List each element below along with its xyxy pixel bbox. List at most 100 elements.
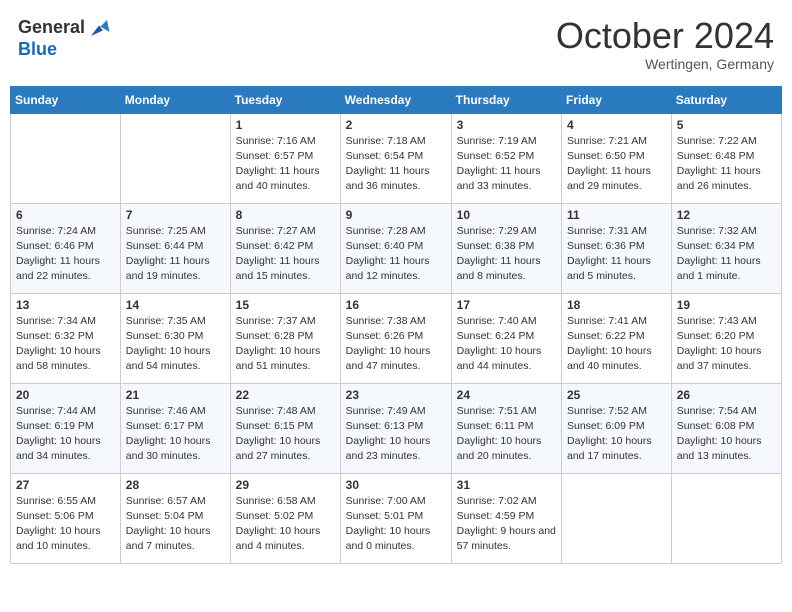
col-header-monday: Monday xyxy=(120,86,230,113)
calendar-cell: 5 Sunrise: 7:22 AMSunset: 6:48 PMDaylight… xyxy=(671,113,781,203)
day-info: Sunrise: 7:52 AMSunset: 6:09 PMDaylight:… xyxy=(567,404,666,465)
calendar-cell: 21 Sunrise: 7:46 AMSunset: 6:17 PMDayligh… xyxy=(120,383,230,473)
calendar-table: SundayMondayTuesdayWednesdayThursdayFrid… xyxy=(10,86,782,564)
logo-general-text: General xyxy=(18,18,85,38)
day-number: 10 xyxy=(457,208,556,222)
day-number: 13 xyxy=(16,298,115,312)
calendar-cell xyxy=(562,473,672,563)
day-info: Sunrise: 7:27 AMSunset: 6:42 PMDaylight:… xyxy=(236,224,335,285)
calendar-week-row: 20 Sunrise: 7:44 AMSunset: 6:19 PMDayligh… xyxy=(11,383,782,473)
day-number: 15 xyxy=(236,298,335,312)
col-header-wednesday: Wednesday xyxy=(340,86,451,113)
day-number: 27 xyxy=(16,478,115,492)
day-info: Sunrise: 7:40 AMSunset: 6:24 PMDaylight:… xyxy=(457,314,556,375)
col-header-thursday: Thursday xyxy=(451,86,561,113)
day-number: 31 xyxy=(457,478,556,492)
day-number: 19 xyxy=(677,298,776,312)
day-info: Sunrise: 7:49 AMSunset: 6:13 PMDaylight:… xyxy=(346,404,446,465)
calendar-cell xyxy=(11,113,121,203)
day-info: Sunrise: 7:18 AMSunset: 6:54 PMDaylight:… xyxy=(346,134,446,195)
calendar-cell: 15 Sunrise: 7:37 AMSunset: 6:28 PMDayligh… xyxy=(230,293,340,383)
calendar-cell: 13Sunrise: 7:34 AMSunset: 6:32 PMDayligh… xyxy=(11,293,121,383)
day-number: 23 xyxy=(346,388,446,402)
day-info: Sunrise: 7:29 AMSunset: 6:38 PMDaylight:… xyxy=(457,224,556,285)
calendar-week-row: 1Sunrise: 7:16 AMSunset: 6:57 PMDaylight… xyxy=(11,113,782,203)
calendar-cell: 6 Sunrise: 7:24 AMSunset: 6:46 PMDaylight… xyxy=(11,203,121,293)
calendar-cell: 14 Sunrise: 7:35 AMSunset: 6:30 PMDayligh… xyxy=(120,293,230,383)
day-info: Sunrise: 7:32 AMSunset: 6:34 PMDaylight:… xyxy=(677,224,776,285)
day-info: Sunrise: 7:24 AMSunset: 6:46 PMDaylight:… xyxy=(16,224,115,285)
day-number: 26 xyxy=(677,388,776,402)
calendar-cell: 12Sunrise: 7:32 AMSunset: 6:34 PMDayligh… xyxy=(671,203,781,293)
day-info: Sunrise: 7:37 AMSunset: 6:28 PMDaylight:… xyxy=(236,314,335,375)
day-number: 21 xyxy=(126,388,225,402)
day-number: 17 xyxy=(457,298,556,312)
day-number: 18 xyxy=(567,298,666,312)
calendar-cell xyxy=(120,113,230,203)
day-info: Sunrise: 6:57 AMSunset: 5:04 PMDaylight:… xyxy=(126,494,225,555)
day-number: 28 xyxy=(126,478,225,492)
calendar-cell: 11 Sunrise: 7:31 AMSunset: 6:36 PMDayligh… xyxy=(562,203,672,293)
day-number: 30 xyxy=(346,478,446,492)
calendar-week-row: 6 Sunrise: 7:24 AMSunset: 6:46 PMDaylight… xyxy=(11,203,782,293)
calendar-cell: 30 Sunrise: 7:00 AMSunset: 5:01 PMDayligh… xyxy=(340,473,451,563)
day-number: 14 xyxy=(126,298,225,312)
calendar-cell: 4Sunrise: 7:21 AMSunset: 6:50 PMDaylight… xyxy=(562,113,672,203)
calendar-cell: 26 Sunrise: 7:54 AMSunset: 6:08 PMDayligh… xyxy=(671,383,781,473)
calendar-header-row: SundayMondayTuesdayWednesdayThursdayFrid… xyxy=(11,86,782,113)
calendar-cell: 23 Sunrise: 7:49 AMSunset: 6:13 PMDayligh… xyxy=(340,383,451,473)
calendar-cell: 28 Sunrise: 6:57 AMSunset: 5:04 PMDayligh… xyxy=(120,473,230,563)
day-info: Sunrise: 7:16 AMSunset: 6:57 PMDaylight:… xyxy=(236,134,335,195)
month-title: October 2024 xyxy=(556,16,774,56)
day-info: Sunrise: 7:44 AMSunset: 6:19 PMDaylight:… xyxy=(16,404,115,465)
day-number: 16 xyxy=(346,298,446,312)
day-info: Sunrise: 7:54 AMSunset: 6:08 PMDaylight:… xyxy=(677,404,776,465)
day-info: Sunrise: 7:00 AMSunset: 5:01 PMDaylight:… xyxy=(346,494,446,555)
day-info: Sunrise: 7:28 AMSunset: 6:40 PMDaylight:… xyxy=(346,224,446,285)
day-info: Sunrise: 7:19 AMSunset: 6:52 PMDaylight:… xyxy=(457,134,556,195)
day-number: 6 xyxy=(16,208,115,222)
calendar-cell: 24 Sunrise: 7:51 AMSunset: 6:11 PMDayligh… xyxy=(451,383,561,473)
day-number: 22 xyxy=(236,388,335,402)
calendar-cell xyxy=(671,473,781,563)
col-header-saturday: Saturday xyxy=(671,86,781,113)
day-info: Sunrise: 6:55 AMSunset: 5:06 PMDaylight:… xyxy=(16,494,115,555)
day-number: 24 xyxy=(457,388,556,402)
col-header-friday: Friday xyxy=(562,86,672,113)
calendar-cell: 29Sunrise: 6:58 AMSunset: 5:02 PMDayligh… xyxy=(230,473,340,563)
day-info: Sunrise: 7:35 AMSunset: 6:30 PMDaylight:… xyxy=(126,314,225,375)
calendar-cell: 18 Sunrise: 7:41 AMSunset: 6:22 PMDayligh… xyxy=(562,293,672,383)
day-info: Sunrise: 7:51 AMSunset: 6:11 PMDaylight:… xyxy=(457,404,556,465)
calendar-week-row: 13Sunrise: 7:34 AMSunset: 6:32 PMDayligh… xyxy=(11,293,782,383)
day-number: 7 xyxy=(126,208,225,222)
day-info: Sunrise: 7:48 AMSunset: 6:15 PMDaylight:… xyxy=(236,404,335,465)
title-area: October 2024 Wertingen, Germany xyxy=(556,16,774,72)
calendar-cell: 7Sunrise: 7:25 AMSunset: 6:44 PMDaylight… xyxy=(120,203,230,293)
logo-icon xyxy=(87,16,111,40)
calendar-cell: 16Sunrise: 7:38 AMSunset: 6:26 PMDayligh… xyxy=(340,293,451,383)
calendar-cell: 17 Sunrise: 7:40 AMSunset: 6:24 PMDayligh… xyxy=(451,293,561,383)
calendar-week-row: 27 Sunrise: 6:55 AMSunset: 5:06 PMDayligh… xyxy=(11,473,782,563)
col-header-tuesday: Tuesday xyxy=(230,86,340,113)
day-info: Sunrise: 7:22 AMSunset: 6:48 PMDaylight:… xyxy=(677,134,776,195)
calendar-cell: 20 Sunrise: 7:44 AMSunset: 6:19 PMDayligh… xyxy=(11,383,121,473)
day-number: 4 xyxy=(567,118,666,132)
page-header: General Blue October 2024 Wertingen, Ger… xyxy=(10,10,782,78)
day-info: Sunrise: 6:58 AMSunset: 5:02 PMDaylight:… xyxy=(236,494,335,555)
calendar-cell: 9Sunrise: 7:28 AMSunset: 6:40 PMDaylight… xyxy=(340,203,451,293)
day-number: 25 xyxy=(567,388,666,402)
calendar-cell: 8 Sunrise: 7:27 AMSunset: 6:42 PMDaylight… xyxy=(230,203,340,293)
calendar-cell: 25 Sunrise: 7:52 AMSunset: 6:09 PMDayligh… xyxy=(562,383,672,473)
day-number: 11 xyxy=(567,208,666,222)
calendar-cell: 10 Sunrise: 7:29 AMSunset: 6:38 PMDayligh… xyxy=(451,203,561,293)
day-number: 8 xyxy=(236,208,335,222)
calendar-cell: 19Sunrise: 7:43 AMSunset: 6:20 PMDayligh… xyxy=(671,293,781,383)
day-info: Sunrise: 7:41 AMSunset: 6:22 PMDaylight:… xyxy=(567,314,666,375)
day-number: 5 xyxy=(677,118,776,132)
calendar-cell: 2Sunrise: 7:18 AMSunset: 6:54 PMDaylight… xyxy=(340,113,451,203)
col-header-sunday: Sunday xyxy=(11,86,121,113)
day-info: Sunrise: 7:46 AMSunset: 6:17 PMDaylight:… xyxy=(126,404,225,465)
day-number: 20 xyxy=(16,388,115,402)
day-info: Sunrise: 7:31 AMSunset: 6:36 PMDaylight:… xyxy=(567,224,666,285)
calendar-cell: 27 Sunrise: 6:55 AMSunset: 5:06 PMDayligh… xyxy=(11,473,121,563)
